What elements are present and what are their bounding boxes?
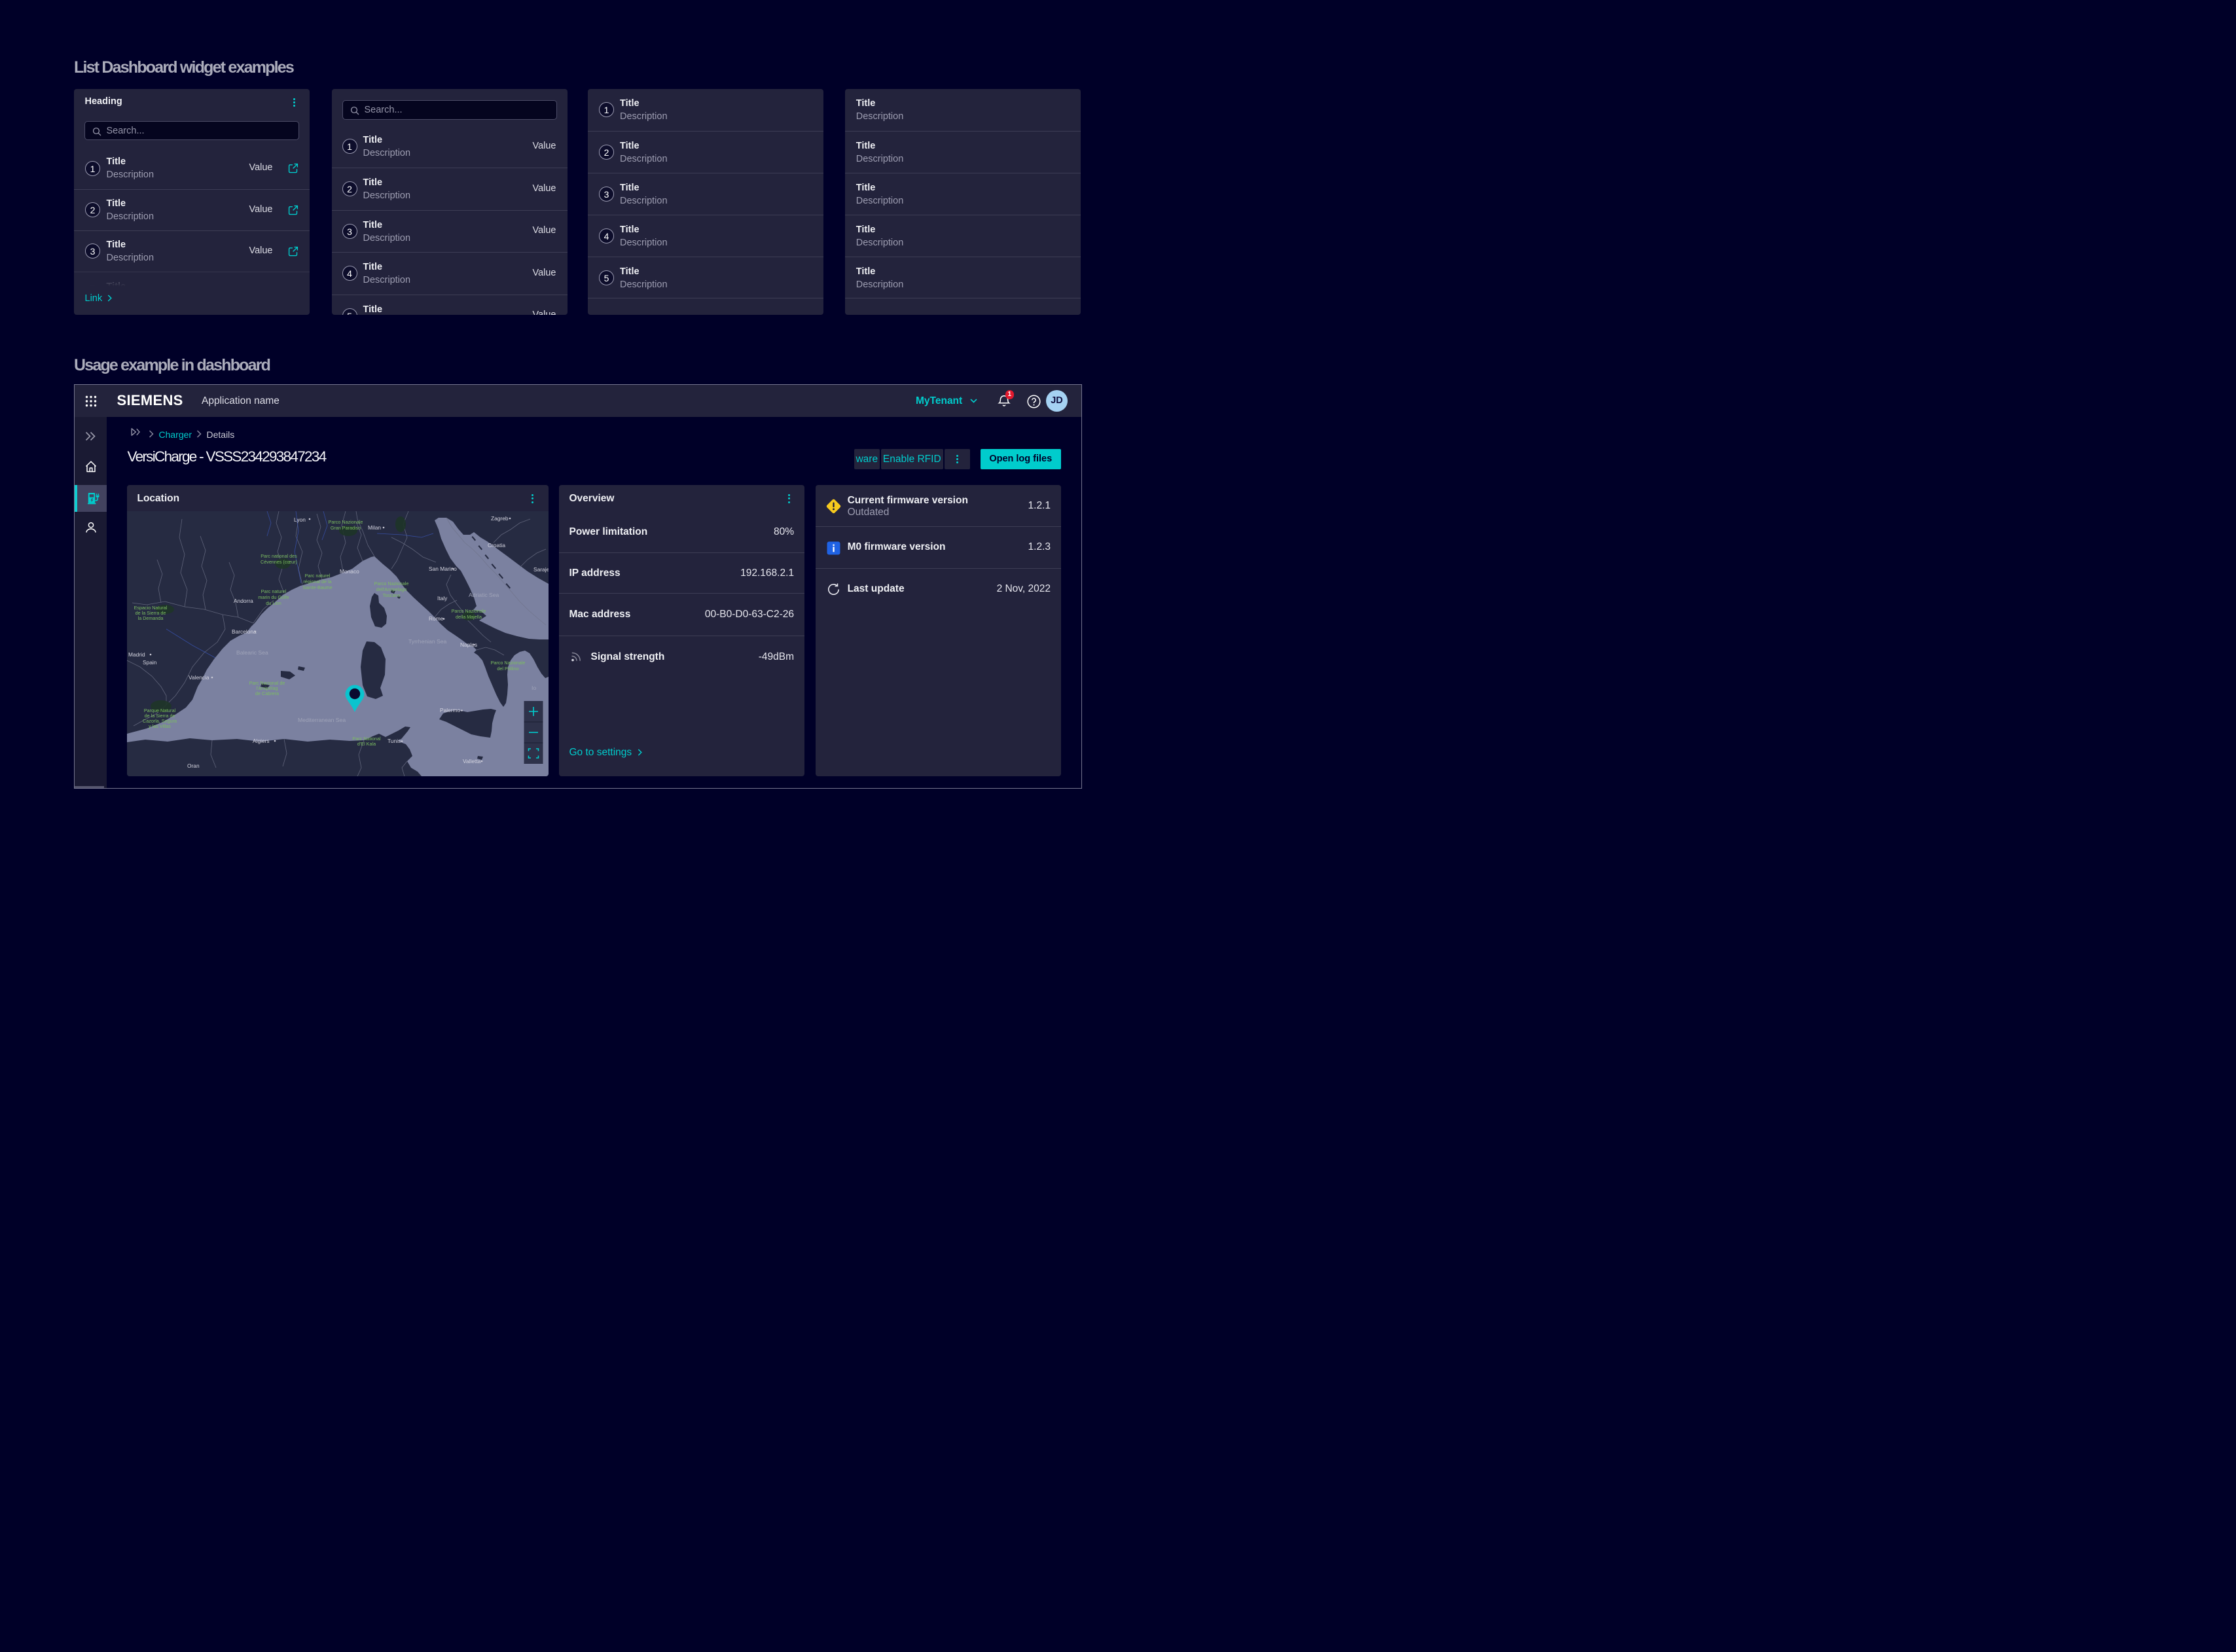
svg-text:Parco Nazionale: Parco Nazionale [451,608,486,614]
svg-text:Italy: Italy [437,595,448,602]
svg-text:Parc naturel: Parc naturel [261,588,286,594]
svg-text:Tunis: Tunis [388,738,401,744]
svg-text:y las Villas: y las Villas [149,723,171,729]
svg-text:régional de la: régional de la [303,579,331,584]
svg-text:Andorra: Andorra [234,598,253,604]
svg-text:du Lion: du Lion [266,600,281,606]
svg-text:Spain: Spain [143,659,157,666]
svg-text:Palermo: Palermo [440,707,461,713]
svg-text:de Cabrera: de Cabrera [255,691,279,696]
svg-text:Parc naturel: Parc naturel [304,573,330,579]
svg-text:la Demanda: la Demanda [137,615,163,621]
svg-text:Parco Nazionale: Parco Nazionale [328,519,363,525]
svg-text:Rome: Rome [429,615,444,622]
svg-text:Valencia: Valencia [189,674,209,681]
svg-text:Mediterranean Sea: Mediterranean Sea [298,717,346,723]
svg-text:Algiers: Algiers [253,738,270,744]
svg-text:Croatia: Croatia [488,542,505,548]
svg-text:Tyrrhenian Sea: Tyrrhenian Sea [408,638,447,645]
svg-text:Gran Paradiso: Gran Paradiso [330,525,360,531]
svg-text:Monaco: Monaco [340,568,359,575]
svg-text:Parco Nazionale: Parco Nazionale [374,581,408,586]
svg-text:Barcelona: Barcelona [232,628,257,635]
svg-text:Valletta: Valletta [463,758,481,764]
svg-text:Lyon: Lyon [294,516,306,523]
svg-text:Cévennes (cœur): Cévennes (cœur) [261,559,297,565]
svg-text:Milan: Milan [368,524,381,531]
svg-text:Balearic Sea: Balearic Sea [236,649,268,656]
svg-text:Parco Nazionale: Parco Nazionale [490,660,525,666]
svg-text:del Pollino: del Pollino [497,666,518,672]
svg-text:marin du Golfe: marin du Golfe [258,594,289,600]
svg-text:Sarajev: Sarajev [533,566,549,573]
svg-text:dell'Arcipelago: dell'Arcipelago [376,586,406,592]
svg-text:Io: Io [532,685,536,691]
svg-text:Oran: Oran [187,763,200,769]
svg-text:Madrid: Madrid [128,651,145,658]
svg-text:d'El Kala: d'El Kala [357,741,375,747]
svg-text:Sainte-Baume: Sainte-Baume [302,584,333,590]
svg-text:Toscano: Toscano [382,592,400,598]
svg-text:Zagreb: Zagreb [491,515,509,522]
svg-text:Adriatic Sea: Adriatic Sea [469,592,499,598]
svg-text:della Majella: della Majella [456,614,482,620]
svg-text:Parc national des: Parc national des [261,553,297,559]
